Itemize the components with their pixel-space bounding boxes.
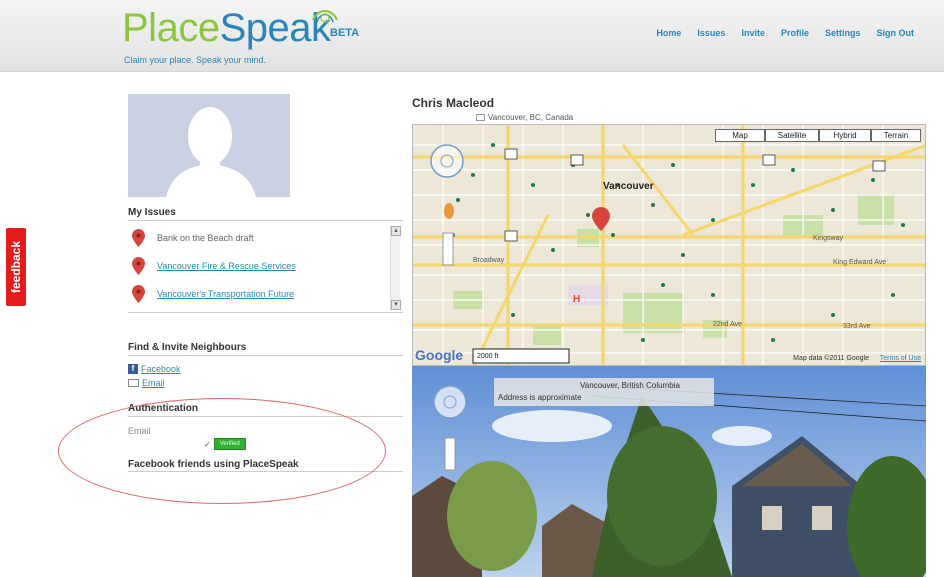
facebook-link[interactable]: Facebook [141,364,181,374]
profile-name: Chris Macleod [412,96,495,110]
map-type-satellite[interactable]: Satellite [765,129,819,142]
divider [128,355,403,356]
header: PlaceSpeak BETA Claim your place. Speak … [0,0,944,72]
facebook-icon: f [128,364,138,374]
map-attribution: Map data ©2011 Google [793,355,869,362]
list-item[interactable]: Vancouver Fire & Rescue Services [132,257,296,275]
terms-link[interactable]: Terms of Use [880,355,921,362]
tagline: Claim your place. Speak your mind. [124,55,267,65]
street-view-address-tip: Vancouver, British Columbia Address is a… [494,378,714,406]
nav-issues[interactable]: Issues [697,28,725,38]
map-pin-icon [132,229,145,247]
nav-home[interactable]: Home [656,28,681,38]
issues-scrollbar[interactable]: ▴ ▾ [390,226,401,310]
feedback-label: feedback [9,240,23,294]
map-street-label: Broadway [473,257,505,264]
map-street-label: King Edward Ave [833,259,887,266]
street-view-place: Vancouver, British Columbia [580,381,680,390]
divider [128,312,403,313]
svg-text:H: H [573,294,580,305]
find-invite-title: Find & Invite Neighbours [128,342,247,353]
email-link[interactable]: Email [142,378,165,388]
logo-place-text: Place [122,6,220,50]
list-item[interactable]: Bank on the Beach draft [132,229,254,247]
default-avatar-silhouette [166,107,256,197]
street-view-note: Address is approximate [498,393,582,402]
nav-profile[interactable]: Profile [781,28,809,38]
my-issues-title: My Issues [128,207,176,218]
nav-invite[interactable]: Invite [741,28,765,38]
map-pin-icon [132,285,145,303]
map-city-label: Vancouver [603,181,654,192]
email-invite[interactable]: Email [128,378,165,388]
google-logo: Google [415,347,464,363]
top-nav: Home Issues Invite Profile Settings Sign… [640,28,914,38]
google-map[interactable]: H Map Satellite Hybrid Terrain Vancouver… [412,124,926,366]
list-item[interactable]: Vancouver's Transportation Future [132,285,294,303]
issue-link[interactable]: Vancouver Fire & Rescue Services [157,261,296,271]
placespeak-logo[interactable]: PlaceSpeak [122,6,331,51]
globe-icon [312,10,338,23]
map-street-label: 22nd Ave [713,321,743,328]
map-street-label: 33rd Ave [843,323,871,330]
scroll-down-button[interactable]: ▾ [391,300,401,310]
divider [128,220,403,221]
facebook-invite[interactable]: f Facebook [128,364,181,374]
issue-link[interactable]: Vancouver's Transportation Future [157,289,294,299]
beta-badge: BETA [330,27,360,39]
map-type-terrain[interactable]: Terrain [871,129,921,142]
scale-label: 2000 ft [477,353,499,360]
issue-link[interactable]: Bank on the Beach draft [157,233,254,243]
map-type-hybrid[interactable]: Hybrid [819,129,871,142]
location-text: Vancouver, BC, Canada [488,113,574,122]
annotation-circle [58,398,386,504]
feedback-tab[interactable]: feedback [6,228,26,306]
avatar [128,94,290,197]
profile-location: Vancouver, BC, Canada [476,113,573,122]
map-type-toggle: Map Satellite Hybrid Terrain [715,129,921,142]
map-type-map[interactable]: Map [715,129,765,142]
email-icon [128,379,139,387]
scroll-up-button[interactable]: ▴ [391,226,401,236]
location-icon [476,114,485,121]
nav-sign-out[interactable]: Sign Out [877,28,915,38]
nav-settings[interactable]: Settings [825,28,861,38]
map-street-label: Kingsway [813,235,843,242]
map-pin-icon [132,257,145,275]
